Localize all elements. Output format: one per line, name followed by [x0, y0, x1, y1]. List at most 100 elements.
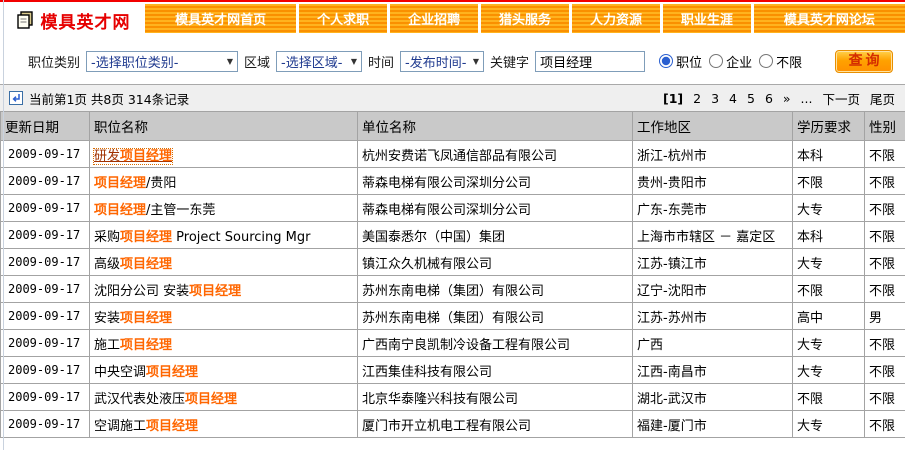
job-title-cell: 高级项目经理: [90, 249, 358, 276]
site-title: 模具英才网: [41, 8, 131, 33]
job-title-cell: 武汉代表处液压项目经理: [90, 384, 358, 411]
education-requirement: 大专: [793, 249, 865, 276]
page-link[interactable]: 下一页: [822, 89, 860, 108]
job-title-keyword: 项目经理: [120, 338, 172, 353]
job-title-link[interactable]: 沈阳分公司 安装项目经理: [94, 284, 241, 299]
job-title-link[interactable]: 武汉代表处液压项目经理: [94, 392, 237, 407]
job-title-link[interactable]: 项目经理/主管一东莞: [94, 203, 215, 218]
table-row: 2009-09-17项目经理/主管一东莞蒂森电梯有限公司深圳分公司广东-东莞市大…: [1, 195, 905, 222]
nav-tab[interactable]: 猎头服务: [481, 4, 569, 33]
search-type-radio[interactable]: [659, 54, 673, 68]
page-link[interactable]: 4: [729, 91, 737, 106]
page-link: ...: [801, 91, 813, 106]
job-title-cell: 项目经理/主管一东莞: [90, 195, 358, 222]
job-title-keyword: 项目经理: [120, 230, 172, 245]
job-title-link[interactable]: 采购项目经理 Project Sourcing Mgr: [94, 230, 310, 245]
search-button[interactable]: 查询: [835, 50, 893, 73]
education-requirement: 大专: [793, 357, 865, 384]
page-link[interactable]: »: [783, 91, 791, 106]
job-title-suffix: Project Sourcing Mgr: [172, 230, 310, 245]
job-title-keyword: 项目经理: [146, 365, 198, 380]
nav-tabs: 模具英才网首页个人求职企业招聘猎头服务人力资源职业生涯模具英才网论坛: [145, 2, 905, 38]
education-requirement: 不限: [793, 384, 865, 411]
search-type-radio[interactable]: [759, 54, 773, 68]
update-date: 2009-09-17: [1, 357, 90, 384]
column-header: 学历要求: [793, 112, 865, 141]
job-title-prefix: 采购: [94, 230, 120, 245]
company-name: 美国泰悉尔（中国）集团: [358, 222, 633, 249]
job-title-prefix: 施工: [94, 338, 120, 353]
table-row: 2009-09-17项目经理/贵阳蒂森电梯有限公司深圳分公司贵州-贵阳市不限不限: [1, 168, 905, 195]
radio-label: 不限: [776, 52, 802, 71]
table-row: 2009-09-17施工项目经理广西南宁良凯制冷设备工程有限公司广西大专不限: [1, 330, 905, 357]
job-title-link[interactable]: 中央空调项目经理: [94, 365, 198, 380]
education-requirement: 大专: [793, 411, 865, 438]
job-title-link[interactable]: 安装项目经理: [94, 311, 172, 326]
logo[interactable]: 模具英才网: [0, 2, 145, 38]
nav-tab[interactable]: 个人求职: [299, 4, 387, 33]
region-label: 区域: [244, 52, 270, 71]
job-title-prefix: 高级: [94, 257, 120, 272]
gender-requirement: 不限: [865, 222, 905, 249]
job-title-link[interactable]: 施工项目经理: [94, 338, 172, 353]
education-requirement: 高中: [793, 303, 865, 330]
job-title-cell: 采购项目经理 Project Sourcing Mgr: [90, 222, 358, 249]
table-row: 2009-09-17空调施工项目经理厦门市开立机电工程有限公司福建-厦门市大专不…: [1, 411, 905, 438]
update-date: 2009-09-17: [1, 249, 90, 276]
region-select[interactable]: -选择区域- ▼: [276, 51, 362, 72]
job-title-keyword: 项目经理: [120, 311, 172, 326]
nav-tab[interactable]: 模具英才网首页: [145, 4, 296, 33]
job-table: 更新日期职位名称单位名称工作地区学历要求性别 2009-09-17研发项目经理杭…: [0, 111, 905, 438]
page-links: [1] 23456 »... 下一页尾页: [663, 89, 895, 108]
nav-tab[interactable]: 人力资源: [572, 4, 660, 33]
job-title-link[interactable]: 研发项目经理: [94, 149, 172, 164]
table-body: 2009-09-17研发项目经理杭州安费诺飞凤通信部品有限公司浙江-杭州市本科不…: [1, 141, 905, 438]
search-type-option[interactable]: 职位: [659, 52, 702, 71]
job-title-cell: 项目经理/贵阳: [90, 168, 358, 195]
page-link[interactable]: 6: [765, 91, 773, 106]
company-name: 苏州东南电梯（集团）有限公司: [358, 276, 633, 303]
job-title-cell: 研发项目经理: [90, 141, 358, 168]
update-date: 2009-09-17: [1, 141, 90, 168]
job-title-cell: 空调施工项目经理: [90, 411, 358, 438]
table-row: 2009-09-17安装项目经理苏州东南电梯（集团）有限公司江苏-苏州市高中男: [1, 303, 905, 330]
column-header: 更新日期: [1, 112, 90, 141]
education-requirement: 本科: [793, 222, 865, 249]
nav-tab[interactable]: 企业招聘: [390, 4, 478, 33]
chevron-down-icon: ▼: [227, 57, 233, 66]
work-region: 湖北-武汉市: [633, 384, 793, 411]
work-region: 广西: [633, 330, 793, 357]
search-type-option[interactable]: 企业: [709, 52, 752, 71]
table-row: 2009-09-17研发项目经理杭州安费诺飞凤通信部品有限公司浙江-杭州市本科不…: [1, 141, 905, 168]
gender-requirement: 不限: [865, 195, 905, 222]
job-title-cell: 安装项目经理: [90, 303, 358, 330]
table-row: 2009-09-17中央空调项目经理江西集佳科技有限公司江西-南昌市大专不限: [1, 357, 905, 384]
search-type-option[interactable]: 不限: [759, 52, 802, 71]
region-select-value: -选择区域-: [281, 52, 342, 71]
nav-tab[interactable]: 模具英才网论坛: [754, 4, 905, 33]
page-link[interactable]: 2: [693, 91, 701, 106]
time-select-value: -发布时间-: [405, 52, 466, 71]
search-type-radio[interactable]: [709, 54, 723, 68]
page-link[interactable]: 3: [711, 91, 719, 106]
company-name: 苏州东南电梯（集团）有限公司: [358, 303, 633, 330]
nav-tab[interactable]: 职业生涯: [663, 4, 751, 33]
job-title-link[interactable]: 项目经理/贵阳: [94, 176, 176, 191]
current-page: [1]: [663, 91, 683, 106]
education-requirement: 不限: [793, 276, 865, 303]
job-title-prefix: 沈阳分公司 安装: [94, 284, 189, 299]
pagination-bar: 当前第1页 共8页 314条记录 [1]23456»...下一页尾页: [0, 85, 905, 111]
page-link[interactable]: 5: [747, 91, 755, 106]
page-link[interactable]: 尾页: [870, 89, 895, 108]
category-label: 职位类别: [28, 52, 80, 71]
work-region: 上海市市辖区 － 嘉定区: [633, 222, 793, 249]
job-title-prefix: 空调施工: [94, 419, 146, 434]
keyword-label: 关键字: [490, 52, 529, 71]
category-select[interactable]: -选择职位类别- ▼: [86, 51, 238, 72]
update-date: 2009-09-17: [1, 303, 90, 330]
keyword-input[interactable]: [535, 51, 645, 72]
gender-requirement: 不限: [865, 384, 905, 411]
job-title-link[interactable]: 空调施工项目经理: [94, 419, 198, 434]
job-title-link[interactable]: 高级项目经理: [94, 257, 172, 272]
time-select[interactable]: -发布时间- ▼: [400, 51, 484, 72]
